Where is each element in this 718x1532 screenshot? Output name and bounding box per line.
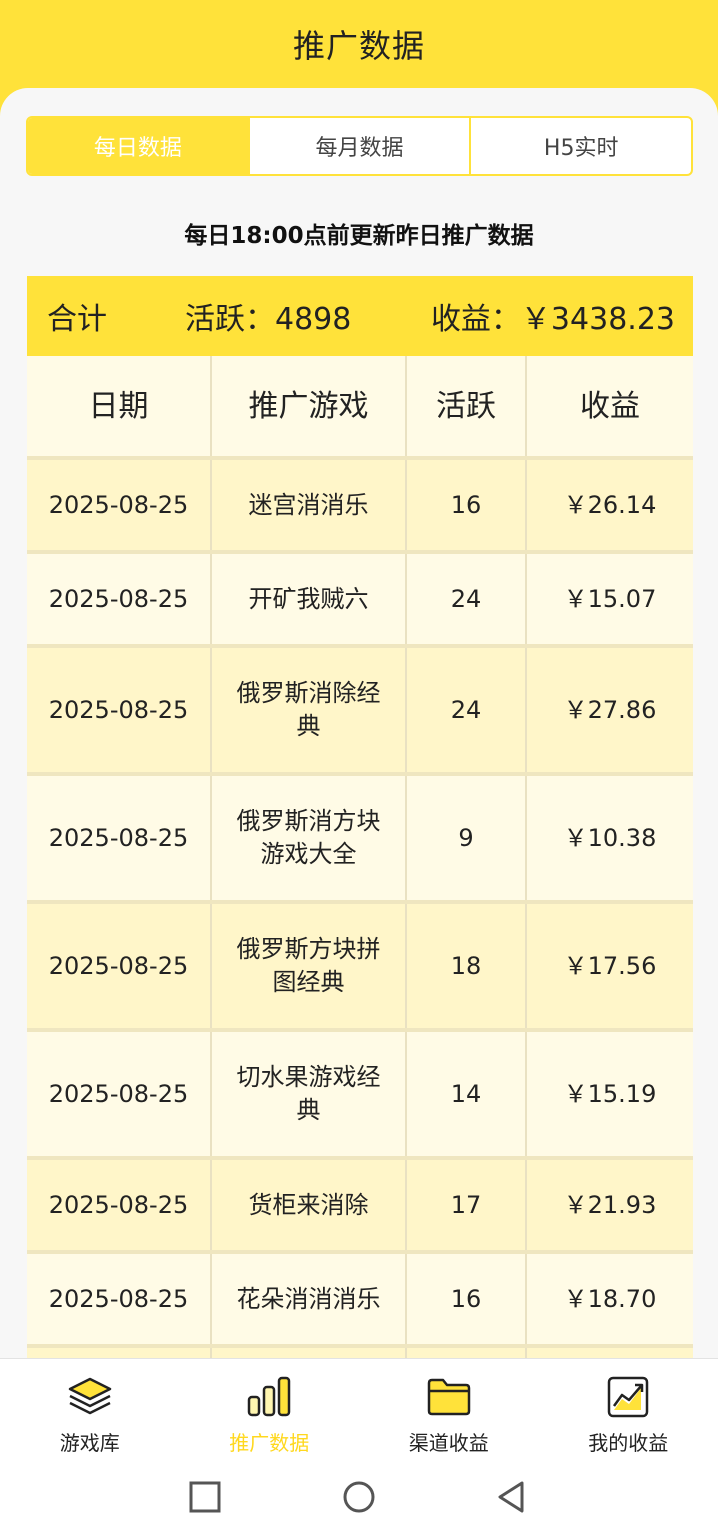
- top-bar: 推广数据: [0, 0, 718, 88]
- row-game-name: 迷宫消消乐: [248, 490, 369, 519]
- row-active: 14: [407, 1032, 527, 1156]
- nav-label: 推广数据: [229, 1431, 310, 1455]
- row-income: ￥27.86: [563, 695, 657, 724]
- row-game: 货柜来消除: [212, 1160, 407, 1250]
- row-game: 迷宫消消乐: [212, 460, 407, 550]
- row-income: ￥10.38: [563, 823, 657, 852]
- table-row: 2025-08-25 迷宫消消乐 16 ￥26.14: [27, 460, 693, 554]
- table-row: 2025-08-25 开矿我贼六 24 ￥15.07: [27, 554, 693, 648]
- data-table: 日期 推广游戏 活跃 收益 2025-08-25 迷宫消消乐 16 ￥26.14…: [27, 356, 693, 1358]
- nav-item-promotion-data[interactable]: 推广数据: [180, 1359, 360, 1462]
- tab-daily-data[interactable]: 每日数据: [28, 118, 248, 174]
- row-date: 2025-08-25: [27, 776, 212, 900]
- column-header-game: 推广游戏: [212, 356, 407, 456]
- row-active: 24: [407, 554, 527, 644]
- row-game-name: 货柜来消除: [248, 1190, 369, 1219]
- row-active: 18: [407, 904, 527, 1028]
- nav-item-channel-income[interactable]: 渠道收益: [359, 1359, 539, 1462]
- row-date: 2025-08-25: [27, 554, 212, 644]
- row-income: [527, 1348, 693, 1358]
- nav-label: 我的收益: [588, 1431, 669, 1455]
- row-income: ￥18.70: [563, 1284, 657, 1313]
- nav-item-game-library[interactable]: 游戏库: [0, 1359, 180, 1462]
- summary-label: 合计: [47, 302, 107, 337]
- row-game: 俄罗斯方块拼图经典: [212, 904, 407, 1028]
- trend-chart-icon: [608, 1376, 649, 1418]
- content-card: 每日数据 每月数据 H5实时 每日18:00点前更新昨日推广数据 合计 活跃：4…: [0, 88, 718, 1358]
- row-game-name: 俄罗斯消方块游戏大全: [236, 807, 381, 868]
- row-date: 2025-08-25: [27, 460, 212, 550]
- tab-h5-realtime[interactable]: H5实时: [469, 118, 691, 174]
- row-date: 2025-08-25: [27, 1254, 212, 1344]
- tab-bar: 每日数据 每月数据 H5实时: [26, 116, 693, 176]
- column-header-active: 活跃: [407, 356, 527, 456]
- row-active: 9: [407, 776, 527, 900]
- row-active: 16: [407, 460, 527, 550]
- row-active: 24: [407, 648, 527, 772]
- table-row: 2025-08-25 花朵消消消乐 16 ￥18.70: [27, 1254, 693, 1348]
- page-title: 推广数据: [292, 27, 425, 65]
- column-header-income: 收益: [580, 388, 640, 424]
- row-game-name: 俄罗斯方块拼图经典: [236, 935, 381, 996]
- page: 推广数据 每日数据 每月数据 H5实时 每日18:00点前更新昨日推广数据 合计…: [0, 0, 718, 1532]
- table-row: 2025-08-25 俄罗斯消方块游戏大全 9 ￥10.38: [27, 776, 693, 904]
- row-game: 俄罗斯消方块游戏大全: [212, 776, 407, 900]
- row-date: 2025-08-25: [27, 1032, 212, 1156]
- row-date: 2025-08-25: [27, 1160, 212, 1250]
- home-icon[interactable]: [342, 1480, 376, 1514]
- row-game-name: 俄罗斯消除经典: [236, 679, 381, 740]
- table-row-partial: [27, 1348, 693, 1358]
- row-date: 2025-08-25: [27, 904, 212, 1028]
- row-date: [27, 1348, 212, 1358]
- row-income: ￥17.56: [563, 951, 657, 980]
- column-header-date: 日期: [27, 356, 212, 456]
- summary-bar: 合计 活跃：4898 收益：￥3438.23: [27, 276, 693, 356]
- nav-item-my-income[interactable]: 我的收益: [539, 1359, 718, 1462]
- layers-icon: [68, 1377, 111, 1415]
- row-income: ￥15.07: [563, 584, 657, 613]
- row-game: 切水果游戏经典: [212, 1032, 407, 1156]
- row-active: 16: [407, 1254, 527, 1344]
- row-active: 17: [407, 1160, 527, 1250]
- row-date: 2025-08-25: [27, 648, 212, 772]
- bar-chart-icon: [248, 1376, 291, 1417]
- row-game-name: 切水果游戏经典: [236, 1063, 381, 1124]
- row-income: ￥26.14: [563, 490, 657, 519]
- back-icon[interactable]: [494, 1480, 528, 1514]
- tab-monthly-data[interactable]: 每月数据: [247, 118, 470, 174]
- row-income: ￥21.93: [563, 1190, 657, 1219]
- row-game: 开矿我贼六: [212, 554, 407, 644]
- table-row: 2025-08-25 切水果游戏经典 14 ￥15.19: [27, 1032, 693, 1160]
- row-game: 俄罗斯消除经典: [212, 648, 407, 772]
- system-navigation-bar: [0, 1462, 718, 1532]
- row-game: [212, 1348, 407, 1358]
- table-row: 2025-08-25 俄罗斯消除经典 24 ￥27.86: [27, 648, 693, 776]
- row-game-name: 花朵消消消乐: [236, 1284, 381, 1313]
- bottom-nav: 游戏库 推广数据 渠道收益 我的收益: [0, 1358, 718, 1462]
- nav-label: 渠道收益: [408, 1431, 489, 1455]
- table-row: 2025-08-25 俄罗斯方块拼图经典 18 ￥17.56: [27, 904, 693, 1032]
- row-active: [407, 1348, 527, 1358]
- update-notice: 每日18:00点前更新昨日推广数据: [184, 223, 534, 249]
- summary-income: 收益：￥3438.23: [430, 302, 675, 337]
- nav-label: 游戏库: [59, 1431, 120, 1455]
- folder-icon: [427, 1378, 470, 1416]
- table-header-row: 日期 推广游戏 活跃 收益: [27, 356, 693, 460]
- row-income: ￥15.19: [563, 1079, 657, 1108]
- summary-active: 活跃：4898: [185, 302, 352, 337]
- table-row: 2025-08-25 货柜来消除 17 ￥21.93: [27, 1160, 693, 1254]
- row-game-name: 开矿我贼六: [248, 584, 369, 613]
- recent-apps-icon[interactable]: [188, 1480, 222, 1514]
- row-game: 花朵消消消乐: [212, 1254, 407, 1344]
